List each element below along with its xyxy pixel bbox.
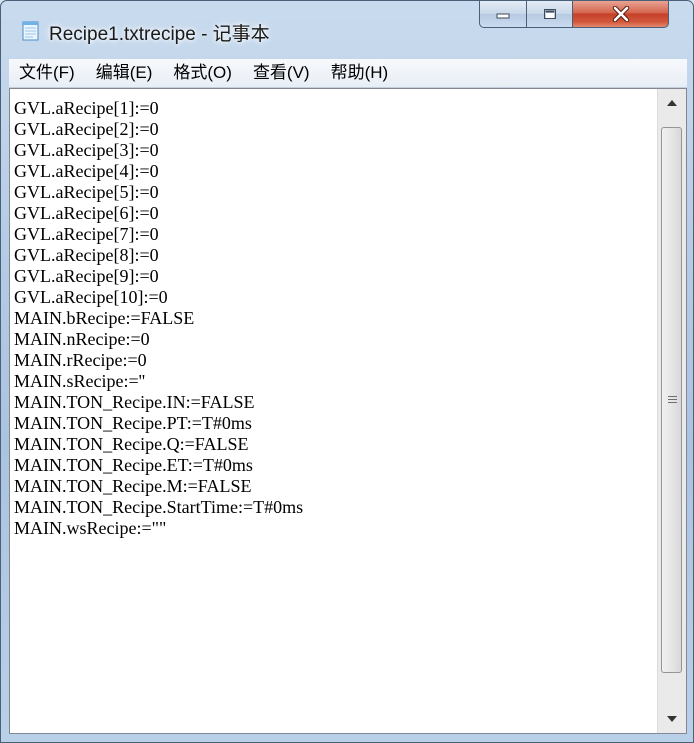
text-line: GVL.aRecipe[8]:=0 (14, 245, 159, 265)
text-line: MAIN.TON_Recipe.PT:=T#0ms (14, 413, 252, 433)
minimize-button[interactable] (479, 1, 527, 28)
text-line: GVL.aRecipe[7]:=0 (14, 224, 159, 244)
menu-format[interactable]: 格式(O) (163, 59, 243, 87)
text-line: MAIN.TON_Recipe.IN:=FALSE (14, 392, 255, 412)
scroll-thumb[interactable] (661, 127, 682, 673)
text-line: GVL.aRecipe[10]:=0 (14, 287, 168, 307)
text-editor[interactable]: GVL.aRecipe[1]:=0 GVL.aRecipe[2]:=0 GVL.… (9, 88, 687, 734)
menu-edit[interactable]: 编辑(E) (86, 59, 164, 87)
close-button[interactable] (573, 1, 669, 28)
text-line: MAIN.TON_Recipe.StartTime:=T#0ms (14, 497, 304, 517)
text-line: MAIN.TON_Recipe.ET:=T#0ms (14, 455, 253, 475)
scroll-up-arrow-icon (667, 100, 677, 106)
text-line: GVL.aRecipe[1]:=0 (14, 98, 159, 118)
window-title: Recipe1.txtrecipe - 记事本 (49, 24, 270, 45)
scroll-down-button[interactable] (658, 705, 686, 733)
notepad-icon (22, 21, 39, 41)
text-line: GVL.aRecipe[9]:=0 (14, 266, 159, 286)
vertical-scrollbar[interactable] (657, 89, 686, 733)
menu-file[interactable]: 文件(F) (9, 59, 86, 87)
title-bar[interactable]: Recipe1.txtrecipe - 记事本 (1, 1, 693, 59)
text-line: GVL.aRecipe[3]:=0 (14, 140, 159, 160)
scroll-down-arrow-icon (667, 716, 677, 722)
text-line: MAIN.TON_Recipe.Q:=FALSE (14, 434, 249, 454)
caption-buttons (479, 1, 682, 29)
scroll-up-button[interactable] (658, 89, 686, 117)
minimize-icon (496, 13, 510, 19)
maximize-button[interactable] (527, 1, 573, 28)
menu-bar: 文件(F) 编辑(E) 格式(O) 查看(V) 帮助(H) (9, 59, 687, 88)
text-line: GVL.aRecipe[6]:=0 (14, 203, 159, 223)
text-content[interactable]: GVL.aRecipe[1]:=0 GVL.aRecipe[2]:=0 GVL.… (14, 98, 654, 728)
text-line: GVL.aRecipe[5]:=0 (14, 182, 159, 202)
text-line: MAIN.rRecipe:=0 (14, 350, 147, 370)
close-icon (612, 6, 629, 22)
text-line: GVL.aRecipe[2]:=0 (14, 119, 159, 139)
text-line: MAIN.sRecipe:='' (14, 371, 146, 391)
text-line: MAIN.nRecipe:=0 (14, 329, 150, 349)
text-line: MAIN.TON_Recipe.M:=FALSE (14, 476, 252, 496)
text-line: GVL.aRecipe[4]:=0 (14, 161, 159, 181)
maximize-icon (543, 9, 556, 19)
menu-view[interactable]: 查看(V) (243, 59, 321, 87)
notepad-window: Recipe1.txtrecipe - 记事本 文件(F) 编辑(E) 格式(O… (0, 0, 694, 743)
menu-help[interactable]: 帮助(H) (321, 59, 400, 87)
text-line: MAIN.bRecipe:=FALSE (14, 308, 195, 328)
scroll-grip-icon (668, 396, 677, 403)
text-line: MAIN.wsRecipe:="" (14, 518, 167, 538)
